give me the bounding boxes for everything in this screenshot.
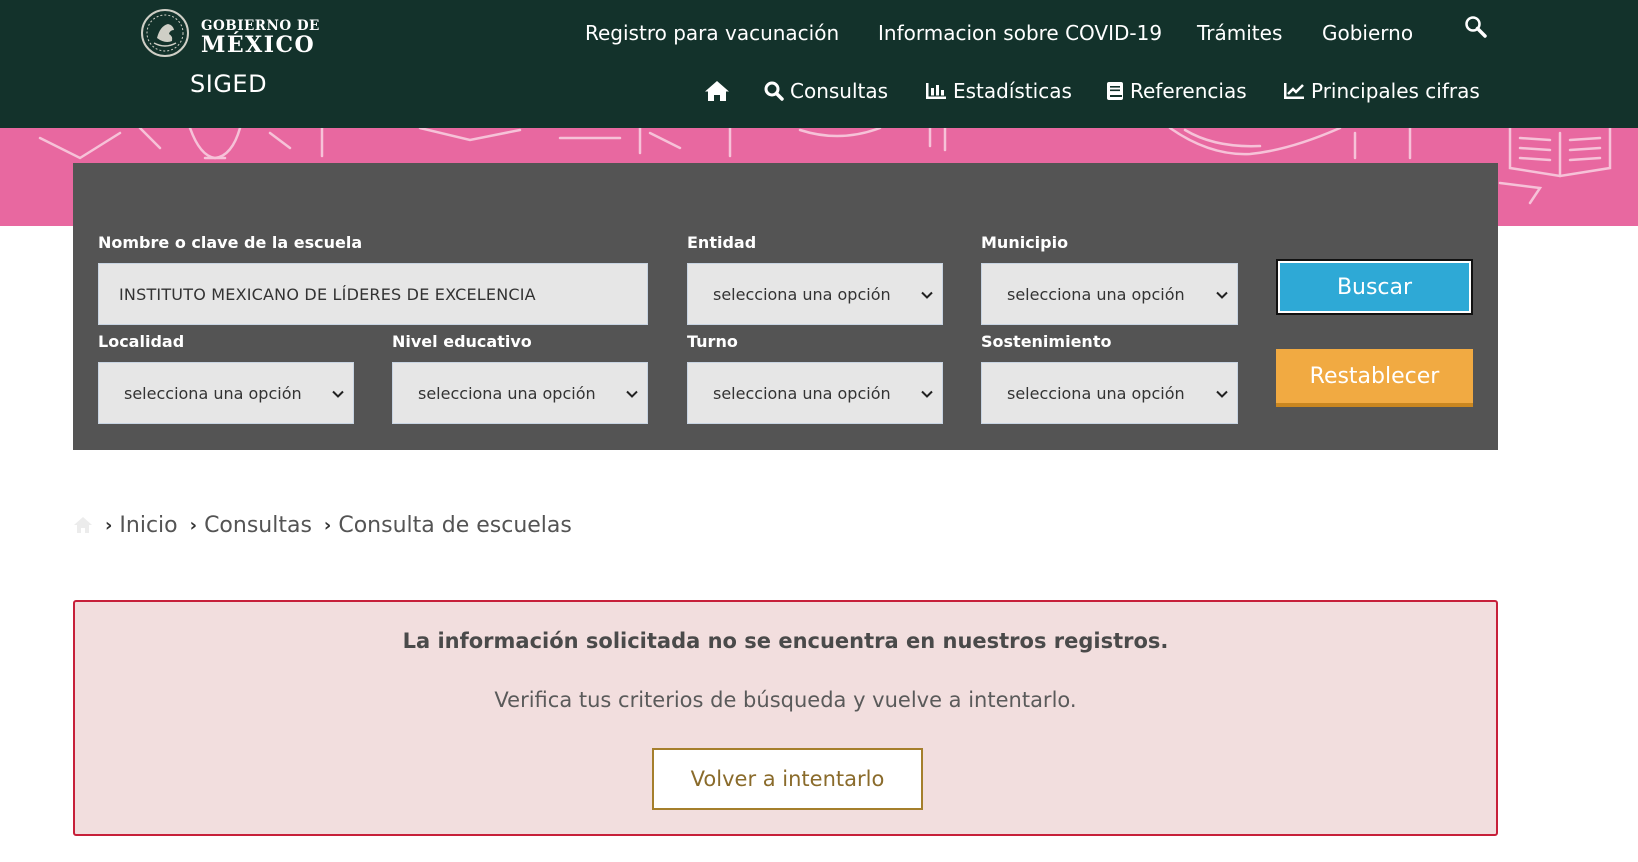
sostenimiento-select-value: selecciona una opción <box>1007 383 1185 403</box>
alert-message: Verifica tus criterios de búsqueda y vue… <box>494 688 1077 712</box>
subnav-referencias[interactable]: Referencias <box>1106 79 1247 103</box>
school-name-label: Nombre o clave de la escuela <box>98 233 363 252</box>
breadcrumb-inicio[interactable]: Inicio <box>119 513 177 538</box>
search-button[interactable]: Buscar <box>1276 259 1473 315</box>
nav-link-informacion-covid[interactable]: Informacion sobre COVID-19 <box>878 21 1162 45</box>
book-icon <box>1107 82 1123 100</box>
site-name[interactable]: SIGED <box>190 70 267 98</box>
no-results-alert: La información solicitada no se encuentr… <box>73 600 1498 836</box>
nav-link-tramites[interactable]: Trámites <box>1197 21 1282 45</box>
school-name-input[interactable]: INSTITUTO MEXICANO DE LÍDERES DE EXCELEN… <box>98 263 648 325</box>
subnav-estadisticas-label: Estadísticas <box>953 79 1072 103</box>
chevron-down-icon <box>1216 390 1228 398</box>
nav-link-registro-vacunacion[interactable]: Registro para vacunación <box>585 21 839 45</box>
top-navigation-bar: GOBIERNO DE MÉXICO SIGED Registro para v… <box>0 0 1638 128</box>
breadcrumb-separator: › <box>105 514 113 536</box>
entidad-select-value: selecciona una opción <box>713 284 891 304</box>
subnav-referencias-label: Referencias <box>1130 79 1247 103</box>
retry-button[interactable]: Volver a intentarlo <box>652 748 923 810</box>
subnav-principales-cifras[interactable]: Principales cifras <box>1283 79 1480 103</box>
reset-button[interactable]: Restablecer <box>1276 349 1473 407</box>
municipio-select-value: selecciona una opción <box>1007 284 1185 304</box>
search-icon <box>764 81 784 101</box>
breadcrumb-separator: › <box>189 514 198 536</box>
turno-label: Turno <box>687 332 738 351</box>
subnav-consultas-label: Consultas <box>790 79 889 103</box>
breadcrumb-consultas[interactable]: Consultas <box>204 513 312 538</box>
entidad-label: Entidad <box>687 233 757 252</box>
municipio-label: Municipio <box>981 233 1069 252</box>
nivel-educativo-select[interactable]: selecciona una opción <box>392 362 648 424</box>
home-icon[interactable] <box>73 515 93 535</box>
chevron-down-icon <box>332 390 344 398</box>
gobierno-de-mexico-logo[interactable]: GOBIERNO DE MÉXICO <box>140 6 320 60</box>
search-icon[interactable] <box>1464 15 1488 39</box>
bar-chart-icon <box>926 83 946 99</box>
localidad-select[interactable]: selecciona una opción <box>98 362 354 424</box>
nivel-educativo-label: Nivel educativo <box>392 332 532 351</box>
national-seal-icon <box>141 9 189 57</box>
breadcrumb: › Inicio › Consultas › Consulta de escue… <box>73 509 584 541</box>
municipio-select[interactable]: selecciona una opción <box>981 263 1238 325</box>
home-icon[interactable] <box>704 80 730 102</box>
subnav-consultas[interactable]: Consultas <box>764 79 888 103</box>
localidad-label: Localidad <box>98 332 185 351</box>
subnav-estadisticas[interactable]: Estadísticas <box>925 79 1072 103</box>
logo-text-mexico: MÉXICO <box>201 32 316 58</box>
breadcrumb-consulta-de-escuelas: Consulta de escuelas <box>338 512 572 538</box>
localidad-select-value: selecciona una opción <box>124 383 302 403</box>
nav-link-gobierno[interactable]: Gobierno <box>1322 21 1413 45</box>
chevron-down-icon <box>921 291 933 299</box>
sostenimiento-label: Sostenimiento <box>981 332 1112 351</box>
turno-select[interactable]: selecciona una opción <box>687 362 943 424</box>
nivel-educativo-select-value: selecciona una opción <box>418 383 596 403</box>
chevron-down-icon <box>1216 291 1228 299</box>
line-chart-icon <box>1284 83 1304 99</box>
chevron-down-icon <box>921 390 933 398</box>
chevron-down-icon <box>626 390 638 398</box>
alert-title: La información solicitada no se encuentr… <box>402 629 1169 653</box>
sostenimiento-select[interactable]: selecciona una opción <box>981 362 1238 424</box>
turno-select-value: selecciona una opción <box>713 383 891 403</box>
subnav-principales-cifras-label: Principales cifras <box>1311 79 1480 103</box>
breadcrumb-separator: › <box>323 514 332 536</box>
entidad-select[interactable]: selecciona una opción <box>687 263 943 325</box>
